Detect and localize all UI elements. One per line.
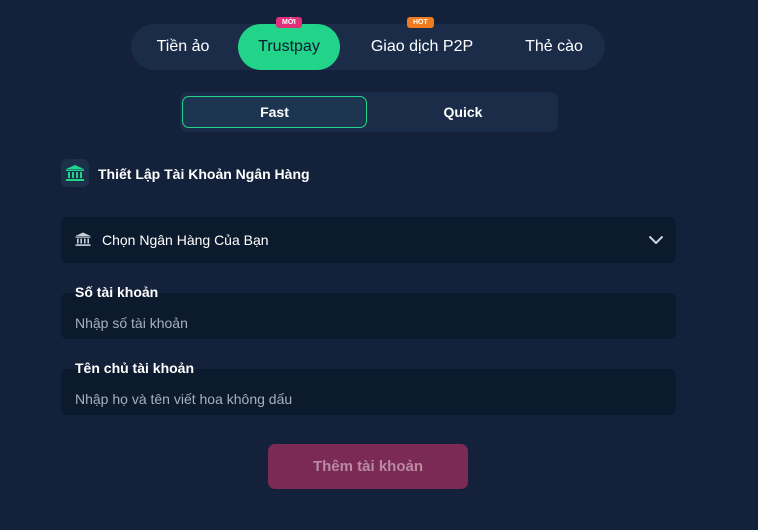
tab-crypto-label: Tiền ảo — [156, 38, 210, 55]
bank-select-dropdown[interactable]: Chọn Ngân Hàng Của Bạn — [61, 217, 676, 263]
bank-account-setup-page: Tiền ảo MỚI Trustpay HOT Giao dịch P2P T… — [0, 0, 758, 530]
bank-icon — [75, 232, 91, 252]
mode-quick-tab[interactable]: Quick — [370, 96, 556, 128]
section-title: Thiết Lập Tài Khoản Ngân Hàng — [98, 166, 310, 182]
add-account-button[interactable]: Thêm tài khoản — [268, 444, 468, 489]
chevron-down-icon — [648, 232, 664, 253]
account-holder-label: Tên chủ tài khoản — [75, 360, 195, 376]
bank-select-placeholder: Chọn Ngân Hàng Của Bạn — [102, 232, 269, 248]
tab-scratch-card[interactable]: Thẻ cào — [503, 24, 605, 70]
tab-crypto[interactable]: Tiền ảo — [131, 24, 235, 70]
mode-fast-label: Fast — [260, 104, 289, 120]
hot-badge: HOT — [407, 17, 434, 28]
mode-fast-tab[interactable]: Fast — [182, 96, 367, 128]
payment-method-tabs: Tiền ảo MỚI Trustpay HOT Giao dịch P2P T… — [131, 17, 605, 70]
account-number-label: Số tài khoản — [75, 284, 159, 300]
bank-icon — [61, 159, 89, 187]
tab-trustpay-label: Trustpay — [258, 38, 320, 55]
mode-toggle: Fast Quick — [180, 92, 558, 132]
new-badge: MỚI — [276, 17, 302, 28]
tab-p2p-label: Giao dịch P2P — [370, 38, 474, 55]
mode-quick-label: Quick — [443, 104, 483, 120]
tab-scratch-card-label: Thẻ cào — [525, 38, 583, 55]
tab-trustpay[interactable]: MỚI Trustpay — [238, 17, 340, 70]
tab-p2p[interactable]: HOT Giao dịch P2P — [355, 17, 489, 70]
